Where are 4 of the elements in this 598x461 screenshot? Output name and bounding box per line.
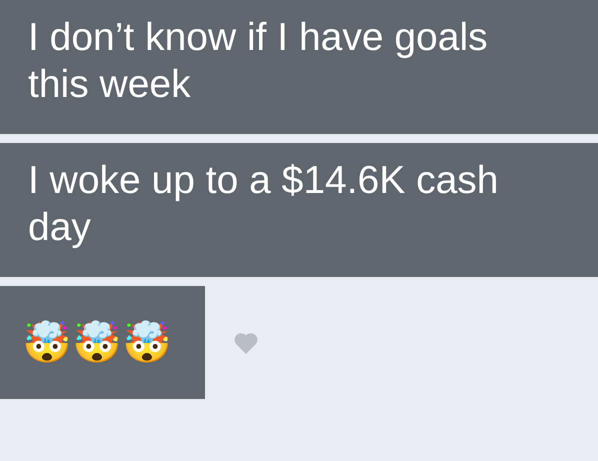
message-text: I woke up to a $14.6K cash day bbox=[28, 158, 500, 251]
message-text: I don’t know if I have goals this week bbox=[28, 15, 489, 108]
emoji-text: 🤯🤯🤯 bbox=[22, 320, 172, 364]
heart-icon[interactable] bbox=[233, 330, 259, 354]
